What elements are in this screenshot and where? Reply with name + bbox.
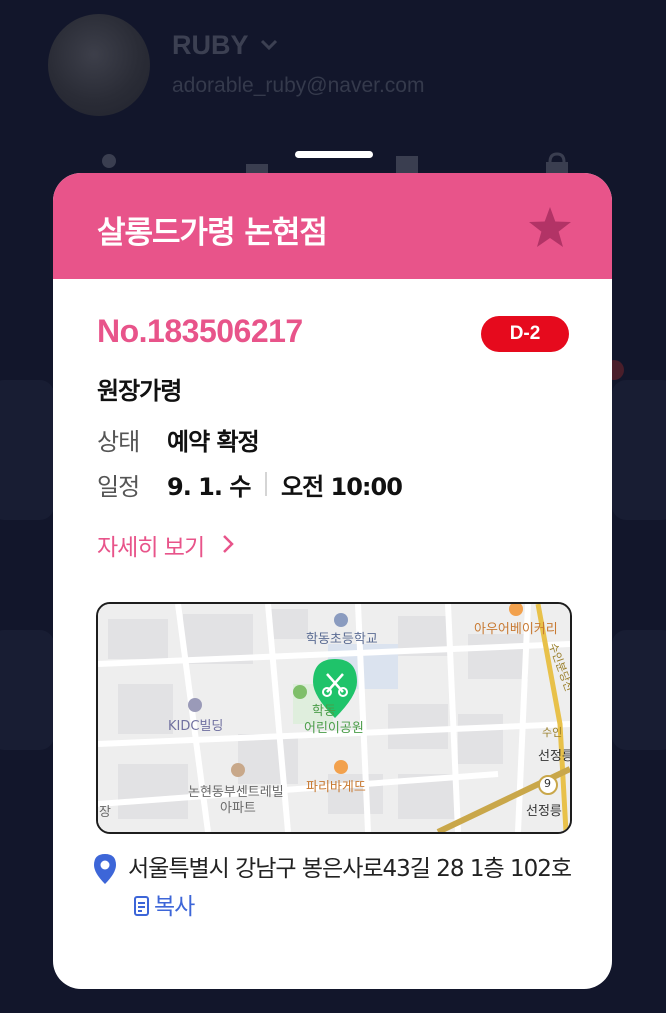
address-text: 서울특별시 강남구 봉은사로43길 28 1층 102호: [128, 856, 572, 882]
chevron-right-icon: [223, 535, 234, 553]
map-label-paris: 파리바게뜨: [306, 780, 366, 795]
sheet-drag-handle[interactable]: [295, 151, 373, 158]
map-label-kidc: KIDC빌딩: [168, 719, 224, 734]
copy-icon: [134, 896, 149, 916]
location-map[interactable]: 학동초등학교 아우어베이커리 학동 어린이공원 KIDC빌딩 파리바게뜨 논현동…: [96, 602, 572, 834]
card-header: 살롱드가령 논현점: [53, 173, 612, 279]
reservation-number: No.183506217: [97, 313, 303, 349]
map-label-edge: 장: [99, 805, 111, 820]
copy-address-button[interactable]: 복사: [128, 894, 195, 920]
map-label-school: 학동초등학교: [306, 632, 378, 647]
profile-email: adorable_ruby@naver.com: [172, 74, 425, 97]
map-label-station-1: 선정릉: [538, 749, 572, 764]
map-label-suin: 수인: [542, 726, 563, 739]
detail-link[interactable]: 자세히 보기: [97, 528, 205, 562]
background-card-right-2: [612, 630, 666, 750]
map-label-park-2: 어린이공원: [304, 721, 364, 736]
status-label: 상태: [97, 428, 140, 456]
chevron-down-icon: [260, 39, 278, 51]
profile-name: RUBY: [172, 30, 249, 60]
avatar: [48, 14, 150, 116]
map-label-apt-2: 아파트: [220, 801, 256, 816]
address-block: 서울특별시 강남구 봉은사로43길 28 1층 102호 복사: [128, 850, 578, 926]
background-card-left: [0, 380, 54, 520]
favorite-star-icon[interactable]: [527, 205, 573, 249]
status-value: 예약 확정: [167, 428, 260, 456]
copy-label: 복사: [154, 894, 195, 920]
schedule-label: 일정: [97, 473, 140, 501]
background-profile: RUBY adorable_ruby@naver.com: [0, 0, 666, 200]
map-label-bakery: 아우어베이커리: [474, 622, 558, 637]
location-pin-icon: [94, 854, 116, 884]
background-card-right: [612, 380, 666, 520]
schedule-date: 9. 1. 수: [167, 473, 251, 501]
dday-badge: D-2: [481, 316, 569, 352]
shop-name: 살롱드가령 논현점: [97, 215, 328, 251]
service-name: 원장가령: [97, 377, 182, 405]
background-card-left-2: [0, 630, 54, 750]
schedule-time: 오전 10:00: [281, 473, 403, 501]
schedule-divider: [265, 472, 267, 496]
map-label-line-9: 9: [544, 777, 551, 790]
reservation-card: 살롱드가령 논현점 No.183506217 D-2 원장가령 상태 예약 확정…: [53, 173, 612, 989]
map-label-station-2: 선정릉: [526, 804, 562, 819]
